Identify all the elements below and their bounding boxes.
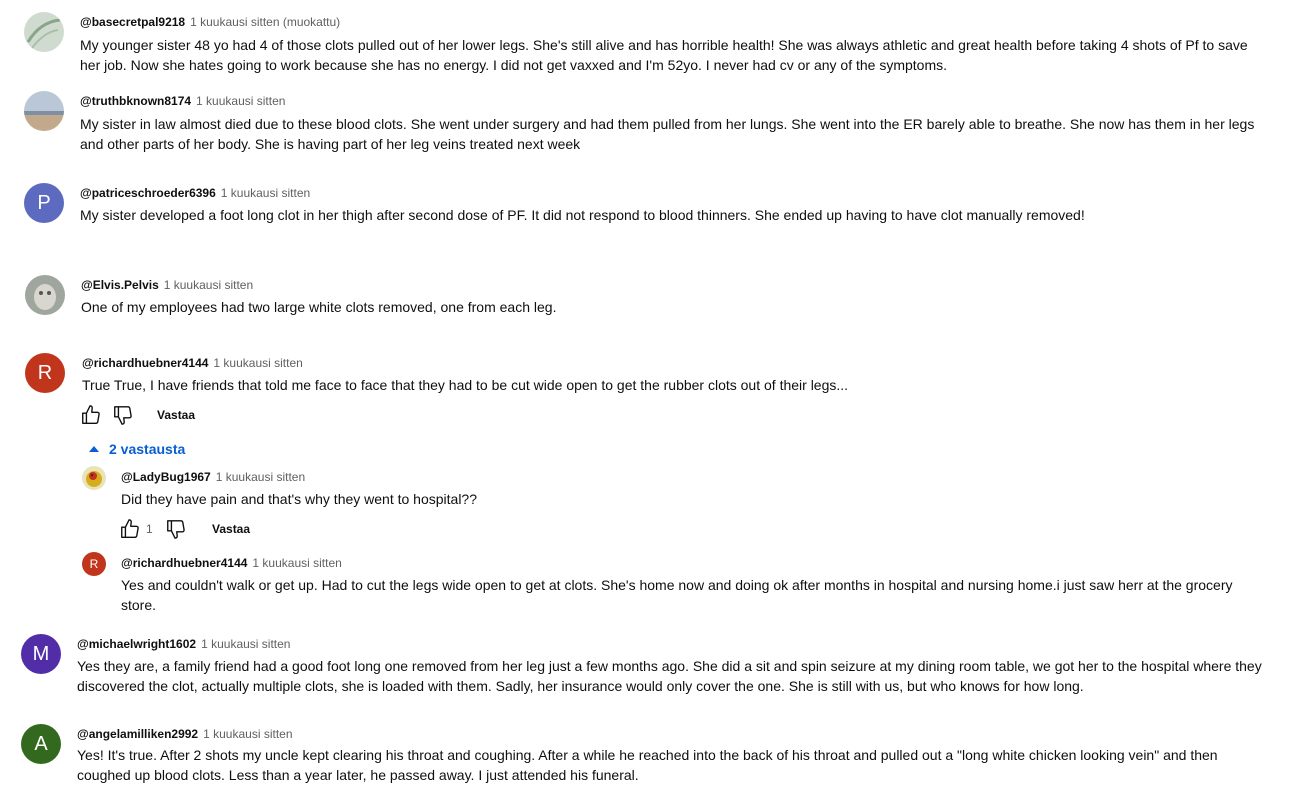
timestamp[interactable]: 1 kuukausi sitten [201, 637, 290, 651]
author-name[interactable]: @angelamilliken2992 [77, 727, 198, 741]
author-name[interactable]: @patriceschroeder6396 [80, 186, 216, 200]
avatar-initial: M [32, 642, 50, 665]
timestamp[interactable]: 1 kuukausi sitten [203, 727, 292, 741]
comment-text: One of my employees had two large white … [81, 297, 1271, 317]
comment-line: My sister developed a foot long clot in … [80, 207, 1085, 223]
avatar[interactable]: R [82, 552, 106, 576]
thumbs-up-icon [82, 405, 100, 424]
comment-header: @richardhuebner4144 1 kuukausi sitten [121, 555, 342, 571]
timestamp[interactable]: 1 kuukausi sitten (muokattu) [190, 15, 340, 29]
author-name[interactable]: @richardhuebner4144 [82, 356, 208, 370]
author-name[interactable]: @truthbknown8174 [80, 94, 191, 108]
avatar-initial: A [34, 732, 48, 755]
avatar-initial: P [37, 191, 51, 214]
timestamp[interactable]: 1 kuukausi sitten [252, 556, 341, 570]
avatar[interactable] [24, 12, 64, 52]
comment-line: store. [121, 597, 157, 613]
avatar-image [25, 275, 65, 315]
like-button[interactable] [80, 404, 102, 426]
reply-button[interactable]: Vastaa [212, 521, 250, 537]
comment-text: True True, I have friends that told me f… [82, 375, 1272, 395]
timestamp[interactable]: 1 kuukausi sitten [216, 470, 305, 484]
author-name[interactable]: @LadyBug1967 [121, 470, 211, 484]
comment-text: Yes and couldn't walk or get up. Had to … [121, 575, 1271, 615]
comment-header: @truthbknown8174 1 kuukausi sitten [80, 93, 285, 109]
thumbs-up-icon [121, 519, 139, 538]
author-name[interactable]: @basecretpal9218 [80, 15, 185, 29]
comment-line: Did they have pain and that's why they w… [121, 491, 478, 507]
comment-line: True True, I have friends that told me f… [82, 377, 849, 393]
avatar-image [24, 91, 64, 131]
avatar[interactable] [82, 466, 106, 490]
dislike-button[interactable] [112, 404, 134, 426]
avatar-image [24, 12, 64, 52]
comment-line: coughed up blood clots. Less than a year… [77, 767, 639, 783]
avatar[interactable] [24, 91, 64, 131]
caret-up-icon [89, 446, 99, 452]
replies-toggle[interactable]: 2 vastausta [89, 440, 185, 458]
comment-text: Yes! It's true. After 2 shots my uncle k… [77, 745, 1272, 785]
comment-text: My younger sister 48 yo had 4 of those c… [80, 35, 1270, 75]
replies-toggle-label: 2 vastausta [109, 441, 186, 457]
comment-text: My sister in law almost died due to thes… [80, 114, 1270, 154]
avatar[interactable] [25, 275, 65, 315]
avatar[interactable]: P [24, 183, 64, 223]
comment-line: discovered the clot, actually multiple c… [77, 678, 1084, 694]
comment-text: Did they have pain and that's why they w… [121, 489, 1271, 509]
like-button[interactable] [119, 518, 141, 540]
avatar[interactable]: M [21, 634, 61, 674]
reply-button[interactable]: Vastaa [157, 407, 195, 423]
thumbs-down-icon [114, 406, 132, 425]
timestamp[interactable]: 1 kuukausi sitten [213, 356, 302, 370]
comment-header: @Elvis.Pelvis 1 kuukausi sitten [81, 277, 253, 293]
comment-line: My younger sister 48 yo had 4 of those c… [80, 37, 1248, 53]
like-count: 1 [146, 522, 153, 536]
comment-header: @michaelwright1602 1 kuukausi sitten [77, 636, 290, 652]
comment-line: her job. Now she hates going to work bec… [80, 57, 948, 73]
comment-line: My sister in law almost died due to thes… [80, 116, 1255, 132]
avatar[interactable]: A [21, 724, 61, 764]
thumbs-down-icon [167, 520, 185, 539]
dislike-button[interactable] [165, 518, 187, 540]
comment-header: @basecretpal9218 1 kuukausi sitten (muoka… [80, 14, 340, 30]
comment-line: Yes they are, a family friend had a good… [77, 658, 1262, 674]
comment-header: @LadyBug1967 1 kuukausi sitten [121, 469, 305, 485]
comment-header: @angelamilliken2992 1 kuukausi sitten [77, 726, 293, 742]
avatar-initial: R [89, 557, 99, 571]
timestamp[interactable]: 1 kuukausi sitten [164, 278, 253, 292]
comment-header: @richardhuebner4144 1 kuukausi sitten [82, 355, 303, 371]
comment-header: @patriceschroeder6396 1 kuukausi sitten [80, 185, 310, 201]
avatar-image [82, 466, 106, 490]
avatar-initial: R [37, 361, 53, 384]
comment-line: One of my employees had two large white … [81, 299, 557, 315]
comment-line: Yes! It's true. After 2 shots my uncle k… [77, 747, 1218, 763]
timestamp[interactable]: 1 kuukausi sitten [221, 186, 310, 200]
comment-line: Yes and couldn't walk or get up. Had to … [121, 577, 1233, 593]
comment-line: and other parts of her body. She is havi… [80, 136, 581, 152]
comment-text: My sister developed a foot long clot in … [80, 205, 1270, 225]
author-name[interactable]: @Elvis.Pelvis [81, 278, 159, 292]
timestamp[interactable]: 1 kuukausi sitten [196, 94, 285, 108]
avatar[interactable]: R [25, 353, 65, 393]
comment-text: Yes they are, a family friend had a good… [77, 656, 1272, 696]
author-name[interactable]: @richardhuebner4144 [121, 556, 247, 570]
author-name[interactable]: @michaelwright1602 [77, 637, 196, 651]
